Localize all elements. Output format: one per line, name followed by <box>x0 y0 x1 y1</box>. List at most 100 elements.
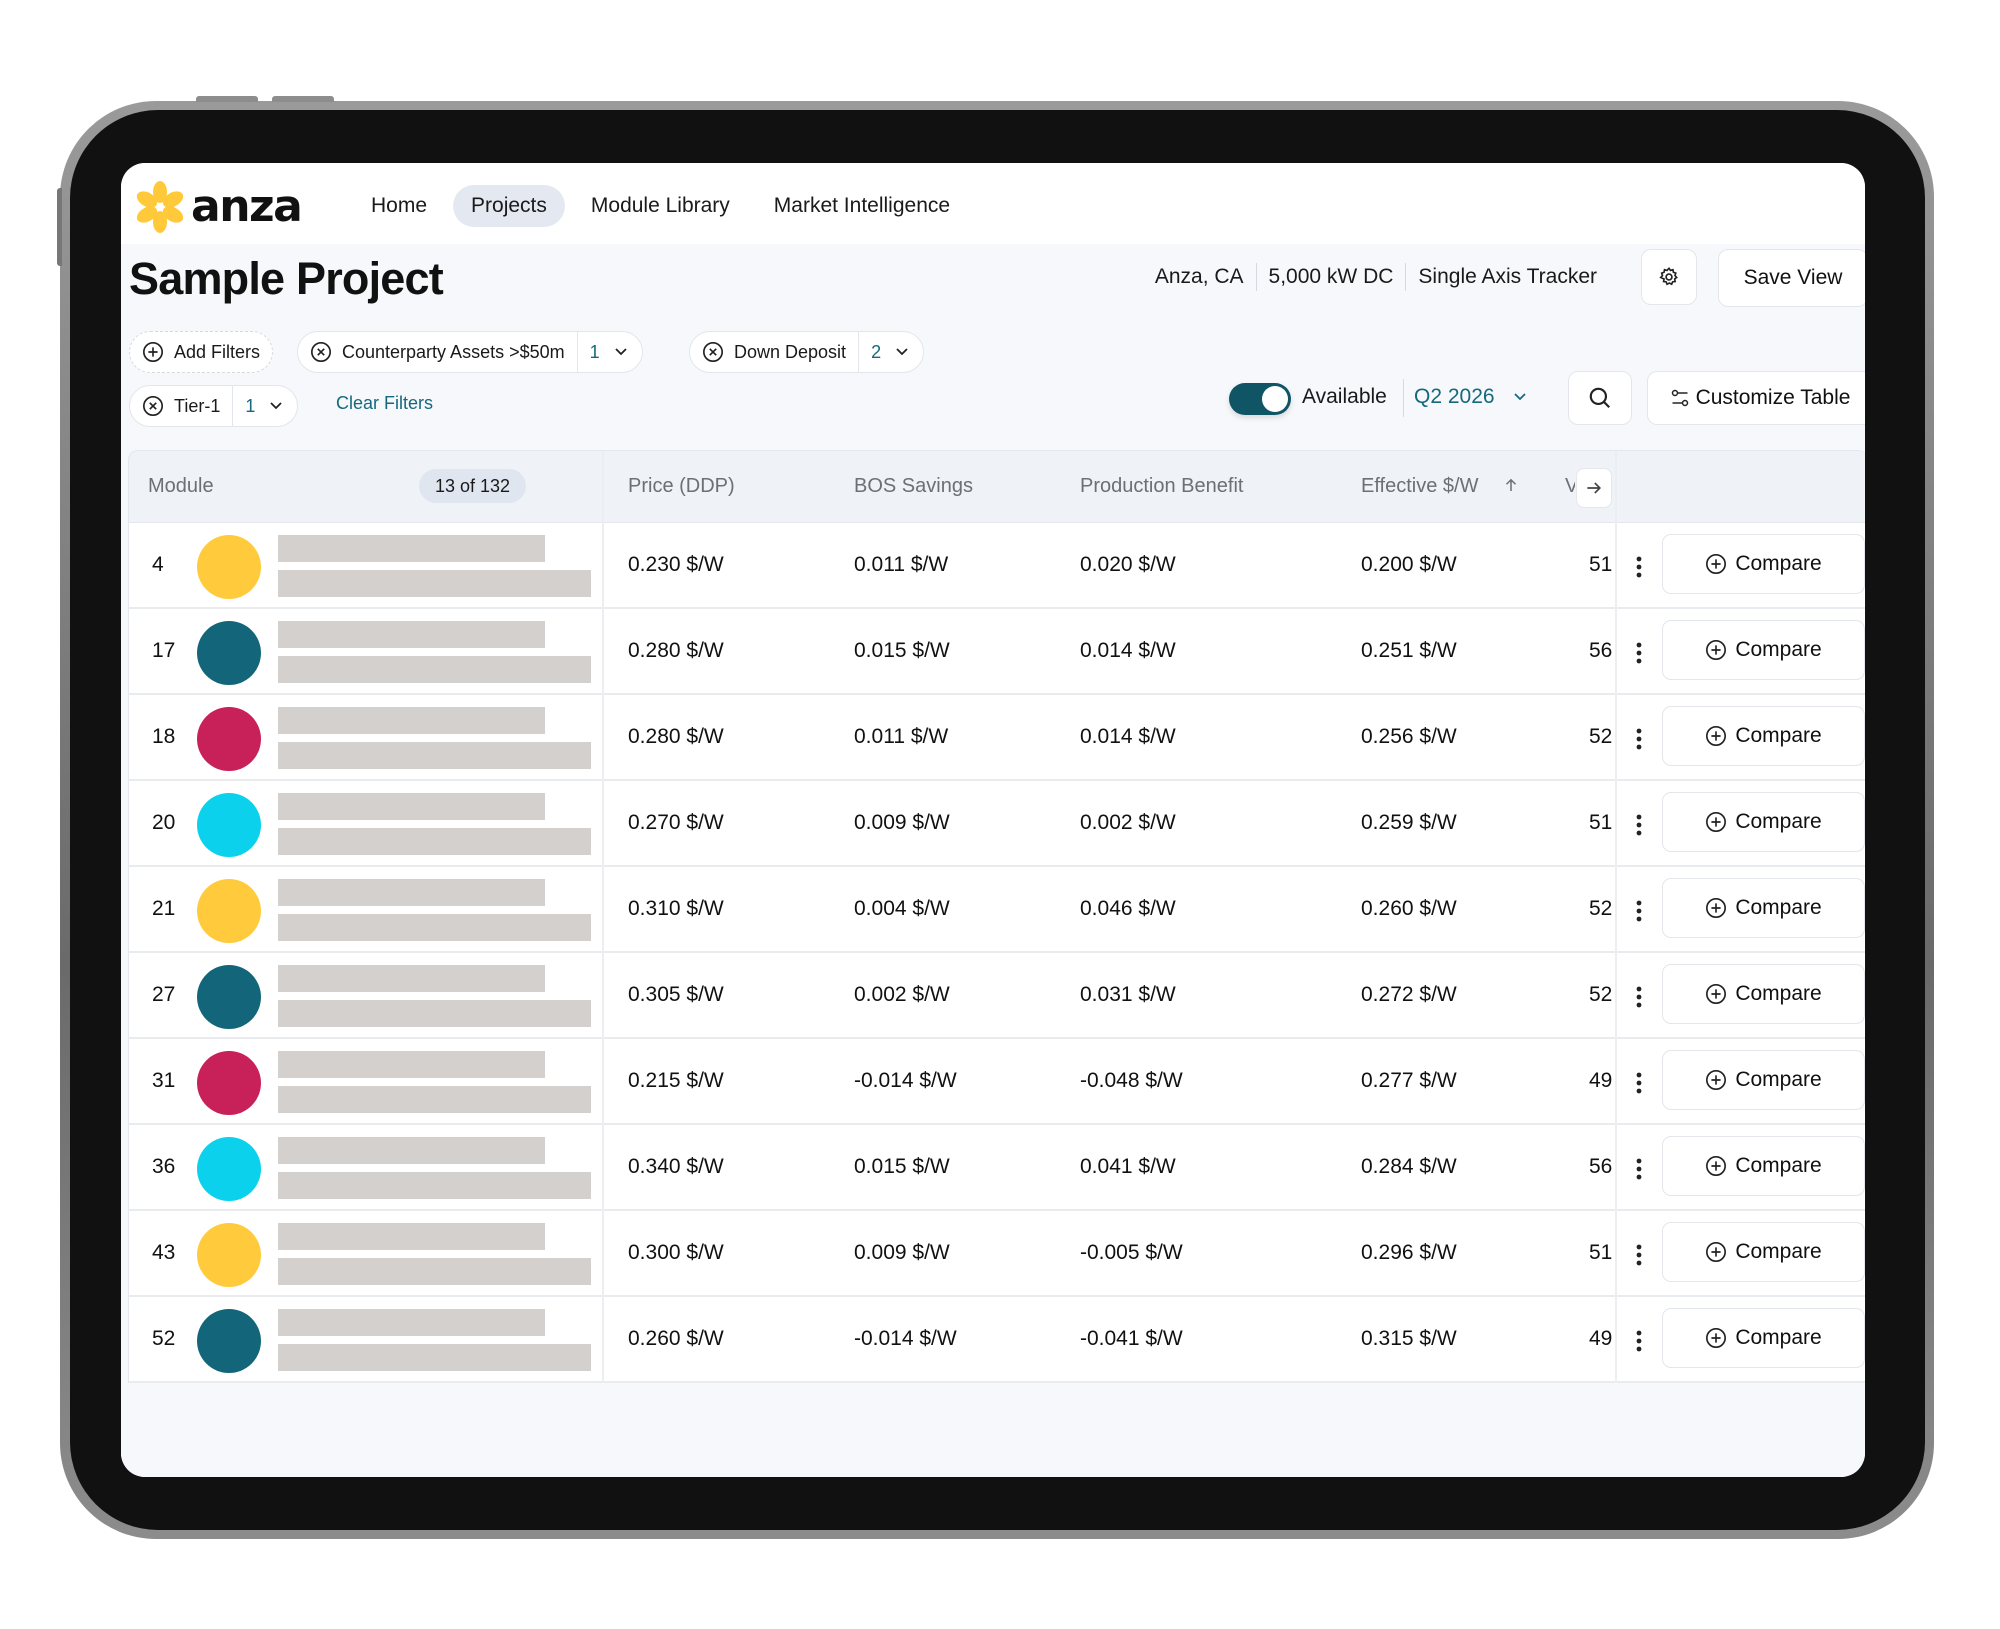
logo-text: anza <box>191 181 303 232</box>
compare-button[interactable]: Compare <box>1662 964 1865 1024</box>
nav-item-market-intelligence[interactable]: Market Intelligence <box>756 185 968 227</box>
save-view-button[interactable]: Save View <box>1718 249 1865 307</box>
filter-count-dropdown[interactable]: 1 <box>232 386 297 426</box>
remove-filter-icon[interactable] <box>142 395 164 417</box>
remove-filter-icon[interactable] <box>310 341 332 363</box>
sliders-icon <box>1671 389 1688 407</box>
plus-circle-icon <box>1706 812 1727 832</box>
column-divider <box>602 953 604 1039</box>
compare-button[interactable]: Compare <box>1662 792 1865 852</box>
module-name-placeholder <box>278 965 545 992</box>
nav-item-projects[interactable]: Projects <box>453 185 565 227</box>
truncated-cell: 51 <box>1589 1241 1613 1264</box>
row-menu-button[interactable] <box>1629 1324 1649 1358</box>
compare-button[interactable]: Compare <box>1662 1136 1865 1196</box>
row-menu-button[interactable] <box>1629 808 1649 842</box>
available-toggle[interactable] <box>1229 383 1291 415</box>
truncated-cell: 49 <box>1589 1327 1613 1350</box>
filter-count-dropdown[interactable]: 2 <box>858 332 923 372</box>
row-rank: 52 <box>152 1327 176 1350</box>
column-divider <box>602 1297 604 1383</box>
compare-button[interactable]: Compare <box>1662 878 1865 938</box>
column-divider <box>1615 1125 1617 1211</box>
remove-filter-icon[interactable] <box>702 341 724 363</box>
table-row[interactable]: 21 0.310 $/W 0.004 $/W 0.046 $/W 0.260 $… <box>128 867 1865 953</box>
more-vertical-icon <box>1636 556 1642 578</box>
app-screen: anza Home Projects Module Library Market… <box>121 163 1865 1477</box>
table-row[interactable]: 52 0.260 $/W -0.014 $/W -0.041 $/W 0.315… <box>128 1297 1865 1383</box>
bos-savings-cell: 0.011 $/W <box>854 725 949 748</box>
table-row[interactable]: 27 0.305 $/W 0.002 $/W 0.031 $/W 0.272 $… <box>128 953 1865 1039</box>
column-header-module[interactable]: Module <box>148 475 214 498</box>
compare-button[interactable]: Compare <box>1662 534 1865 594</box>
column-divider <box>602 523 604 609</box>
table-row[interactable]: 18 0.280 $/W 0.011 $/W 0.014 $/W 0.256 $… <box>128 695 1865 781</box>
customize-table-button[interactable]: Customize Table <box>1647 371 1865 425</box>
row-menu-button[interactable] <box>1629 1152 1649 1186</box>
production-benefit-cell: 0.014 $/W <box>1080 725 1176 748</box>
table-row[interactable]: 43 0.300 $/W 0.009 $/W -0.005 $/W 0.296 … <box>128 1211 1865 1297</box>
bos-savings-cell: 0.011 $/W <box>854 553 949 576</box>
row-menu-button[interactable] <box>1629 722 1649 756</box>
compare-button[interactable]: Compare <box>1662 706 1865 766</box>
table-row[interactable]: 20 0.270 $/W 0.009 $/W 0.002 $/W 0.259 $… <box>128 781 1865 867</box>
compare-button[interactable]: Compare <box>1662 1308 1865 1368</box>
project-location: Anza, CA <box>1154 265 1244 288</box>
filter-count: 1 <box>589 341 600 362</box>
effective-cell: 0.284 $/W <box>1361 1155 1457 1178</box>
chevron-down-icon <box>615 348 627 356</box>
price-cell: 0.340 $/W <box>628 1155 724 1178</box>
production-benefit-cell: 0.041 $/W <box>1080 1155 1176 1178</box>
column-header-effective[interactable]: Effective $/W <box>1361 475 1520 498</box>
table-row[interactable]: 17 0.280 $/W 0.015 $/W 0.014 $/W 0.251 $… <box>128 609 1865 695</box>
module-manufacturer-placeholder <box>278 1086 591 1113</box>
module-manufacturer-placeholder <box>278 570 591 597</box>
bos-savings-cell: -0.014 $/W <box>854 1327 957 1350</box>
price-cell: 0.215 $/W <box>628 1069 724 1092</box>
filter-chip-tier-1: Tier-1 1 <box>129 385 299 427</box>
add-filters-button[interactable]: Add Filters <box>129 331 274 373</box>
bos-savings-cell: -0.014 $/W <box>854 1069 957 1092</box>
filter-count: 2 <box>871 341 882 362</box>
anza-logo[interactable]: anza <box>135 181 303 233</box>
compare-label: Compare <box>1735 1154 1822 1177</box>
nav-item-home[interactable]: Home <box>353 185 445 227</box>
price-cell: 0.300 $/W <box>628 1241 724 1264</box>
column-header-bos-savings[interactable]: BOS Savings <box>854 475 973 498</box>
table-row[interactable]: 4 0.230 $/W 0.011 $/W 0.020 $/W 0.200 $/… <box>128 523 1865 609</box>
production-benefit-cell: -0.005 $/W <box>1080 1241 1183 1264</box>
bos-savings-cell: 0.009 $/W <box>854 1241 950 1264</box>
search-button[interactable] <box>1568 371 1632 425</box>
column-header-production-benefit[interactable]: Production Benefit <box>1080 475 1243 498</box>
settings-button[interactable] <box>1641 249 1697 305</box>
column-header-price[interactable]: Price (DDP) <box>628 475 735 498</box>
row-menu-button[interactable] <box>1629 980 1649 1014</box>
row-rank: 31 <box>152 1069 176 1092</box>
more-vertical-icon <box>1636 1072 1642 1094</box>
column-header-truncated[interactable]: V <box>1565 475 1575 498</box>
row-rank: 21 <box>152 897 176 920</box>
sort-ascending-icon[interactable] <box>1502 476 1520 494</box>
compare-button[interactable]: Compare <box>1662 620 1865 680</box>
plus-circle-icon <box>1706 1156 1727 1176</box>
filter-count-dropdown[interactable]: 1 <box>576 332 642 372</box>
module-manufacturer-placeholder <box>278 1258 591 1285</box>
compare-label: Compare <box>1735 552 1822 575</box>
scroll-columns-right-button[interactable] <box>1576 468 1612 508</box>
nav-item-module-library[interactable]: Module Library <box>573 185 748 227</box>
results-count-badge: 13 of 132 <box>419 469 527 503</box>
row-menu-button[interactable] <box>1629 550 1649 584</box>
row-menu-button[interactable] <box>1629 1238 1649 1272</box>
production-benefit-cell: 0.014 $/W <box>1080 639 1176 662</box>
device-volume-button <box>196 96 258 102</box>
row-menu-button[interactable] <box>1629 894 1649 928</box>
quarter-dropdown[interactable]: Q2 2026 <box>1414 385 1527 409</box>
compare-button[interactable]: Compare <box>1662 1222 1865 1282</box>
compare-button[interactable]: Compare <box>1662 1050 1865 1110</box>
table-row[interactable]: 31 0.215 $/W -0.014 $/W -0.048 $/W 0.277… <box>128 1039 1865 1125</box>
row-menu-button[interactable] <box>1629 1066 1649 1100</box>
row-menu-button[interactable] <box>1629 636 1649 670</box>
compare-label: Compare <box>1735 982 1822 1005</box>
clear-filters-link[interactable]: Clear Filters <box>336 393 433 414</box>
table-row[interactable]: 36 0.340 $/W 0.015 $/W 0.041 $/W 0.284 $… <box>128 1125 1865 1211</box>
